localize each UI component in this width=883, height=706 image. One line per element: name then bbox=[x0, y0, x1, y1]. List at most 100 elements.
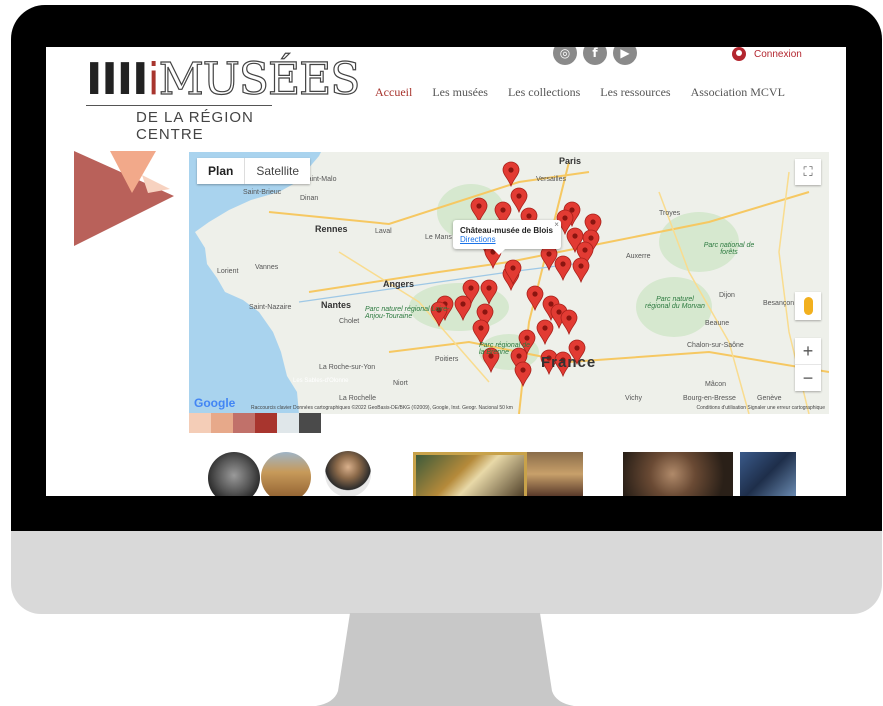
museum-pin[interactable] bbox=[514, 361, 532, 388]
museum-pin-dot bbox=[532, 291, 538, 297]
fullscreen-icon[interactable]: ⛶ bbox=[795, 159, 821, 185]
museum-pin-dot bbox=[510, 265, 516, 271]
museum-map[interactable]: Paris Versailles Saint-Malo Saint-Brieuc… bbox=[189, 152, 829, 414]
museum-pin[interactable] bbox=[480, 279, 498, 306]
museum-pin-dot bbox=[508, 167, 514, 173]
nav-item-accueil[interactable]: Accueil bbox=[375, 85, 412, 100]
map-label: Saint-Nazaire bbox=[249, 304, 292, 311]
facebook-icon[interactable]: f bbox=[583, 47, 607, 65]
museum-pin[interactable] bbox=[540, 245, 558, 272]
site-logo[interactable]: IIIIiMUSÉES DE LA RÉGION CENTRE bbox=[86, 56, 361, 143]
map-label: Le Mans bbox=[425, 234, 452, 241]
palette-swatch bbox=[299, 413, 321, 433]
logo-subtitle: DE LA RÉGION CENTRE bbox=[136, 109, 254, 143]
museum-pin[interactable] bbox=[554, 255, 572, 282]
login-button[interactable]: Connexion bbox=[732, 47, 802, 61]
user-icon bbox=[732, 47, 746, 61]
collection-thumbnail[interactable] bbox=[325, 451, 371, 496]
map-label: Besançon bbox=[763, 300, 795, 307]
collection-thumbnail[interactable] bbox=[740, 452, 796, 496]
monitor-chin bbox=[11, 531, 882, 614]
museum-pin[interactable] bbox=[572, 257, 590, 284]
street-view-pegman-icon[interactable] bbox=[795, 292, 821, 320]
map-label: Laval bbox=[375, 228, 392, 235]
instagram-icon[interactable]: ◎ bbox=[553, 47, 577, 65]
map-label: Auxerre bbox=[626, 253, 651, 260]
color-palette bbox=[189, 413, 321, 433]
palette-swatch bbox=[189, 413, 211, 433]
museum-pin[interactable] bbox=[526, 285, 544, 312]
museum-pin[interactable] bbox=[510, 187, 528, 214]
museum-pin[interactable] bbox=[472, 319, 490, 346]
social-links: ◎ f ▶ bbox=[553, 47, 637, 65]
zoom-control: + − bbox=[795, 338, 821, 391]
nav-item-collections[interactable]: Les collections bbox=[508, 85, 580, 100]
logo-word: MUSÉES bbox=[158, 54, 361, 105]
nav-item-musees[interactable]: Les musées bbox=[432, 85, 488, 100]
zoom-in-button[interactable]: + bbox=[795, 338, 821, 364]
museum-pin-dot bbox=[574, 345, 580, 351]
museum-pin[interactable] bbox=[454, 295, 472, 322]
map-terms-links[interactable]: Conditions d'utilisation Signaler une er… bbox=[696, 405, 825, 411]
collection-thumbnail[interactable] bbox=[208, 452, 260, 496]
map-label: Saint-Brieuc bbox=[243, 189, 282, 196]
nav-item-ressources[interactable]: Les ressources bbox=[600, 85, 670, 100]
museum-pin[interactable] bbox=[502, 161, 520, 188]
museum-pin-dot bbox=[560, 261, 566, 267]
museum-pin-dot bbox=[524, 335, 530, 341]
map-label: Les Sables-d'Olonne bbox=[293, 378, 349, 384]
collection-thumbnail[interactable] bbox=[623, 452, 733, 496]
map-label: Poitiers bbox=[435, 356, 459, 363]
map-label: Angers bbox=[383, 279, 415, 289]
directions-link[interactable]: Directions bbox=[460, 235, 553, 244]
museum-pin-dot bbox=[476, 203, 482, 209]
museum-pin[interactable] bbox=[536, 319, 554, 346]
museum-pin-dot bbox=[468, 285, 474, 291]
museum-pin-dot bbox=[546, 251, 552, 257]
logo-wordmark: IIIIiMUSÉES bbox=[86, 54, 361, 105]
close-icon[interactable]: × bbox=[554, 220, 559, 229]
museum-pin-dot bbox=[578, 263, 584, 269]
map-type-satellite-button[interactable]: Satellite bbox=[245, 158, 310, 184]
museum-pin-dot bbox=[486, 285, 492, 291]
palette-swatch bbox=[277, 413, 299, 433]
zoom-out-button[interactable]: − bbox=[795, 364, 821, 391]
main-nav: Accueil Les musées Les collections Les r… bbox=[375, 85, 785, 100]
museum-pin-dot bbox=[588, 235, 594, 241]
youtube-icon[interactable]: ▶ bbox=[613, 47, 637, 65]
museum-pin-dot bbox=[566, 315, 572, 321]
museum-pins bbox=[430, 161, 602, 388]
museum-pin-dot bbox=[516, 193, 522, 199]
collection-thumbnail[interactable] bbox=[261, 452, 311, 496]
palette-swatch bbox=[255, 413, 277, 433]
map-label: Parc régional de la Brenne bbox=[479, 342, 530, 356]
map-label: Vannes bbox=[255, 264, 279, 271]
map-label: Bourg-en-Bresse bbox=[683, 395, 736, 402]
museum-pin-dot bbox=[478, 325, 484, 331]
map-label: France bbox=[541, 354, 597, 371]
museum-pin[interactable] bbox=[470, 197, 488, 224]
museum-pin-dot bbox=[526, 213, 532, 219]
collection-thumbnail[interactable] bbox=[413, 452, 527, 496]
map-label: Genève bbox=[757, 395, 782, 402]
map-label: Rennes bbox=[315, 224, 348, 234]
palette-swatch bbox=[233, 413, 255, 433]
nav-item-association[interactable]: Association MCVL bbox=[691, 85, 785, 100]
map-label: Dijon bbox=[719, 292, 735, 299]
palette-swatch bbox=[211, 413, 233, 433]
museum-pin-dot bbox=[542, 325, 548, 331]
museum-pin-dot bbox=[572, 233, 578, 239]
map-type-control: Plan Satellite bbox=[197, 158, 311, 184]
collection-thumbnail[interactable] bbox=[527, 452, 583, 496]
map-label: Lorient bbox=[217, 268, 239, 275]
museum-pin-dot bbox=[582, 247, 588, 253]
map-type-plan-button[interactable]: Plan bbox=[197, 158, 246, 184]
museum-pin-dot bbox=[460, 301, 466, 307]
museum-pin[interactable] bbox=[560, 309, 578, 336]
map-label: Cholet bbox=[339, 318, 360, 325]
info-window-title: Château-musée de Blois bbox=[460, 226, 553, 235]
logo-divider bbox=[86, 105, 272, 106]
map-label: Versailles bbox=[536, 176, 566, 183]
map-label: Parc naturel régional du Morvan bbox=[645, 296, 705, 310]
map-attribution: Raccourcis clavier Données cartographiqu… bbox=[251, 405, 513, 411]
